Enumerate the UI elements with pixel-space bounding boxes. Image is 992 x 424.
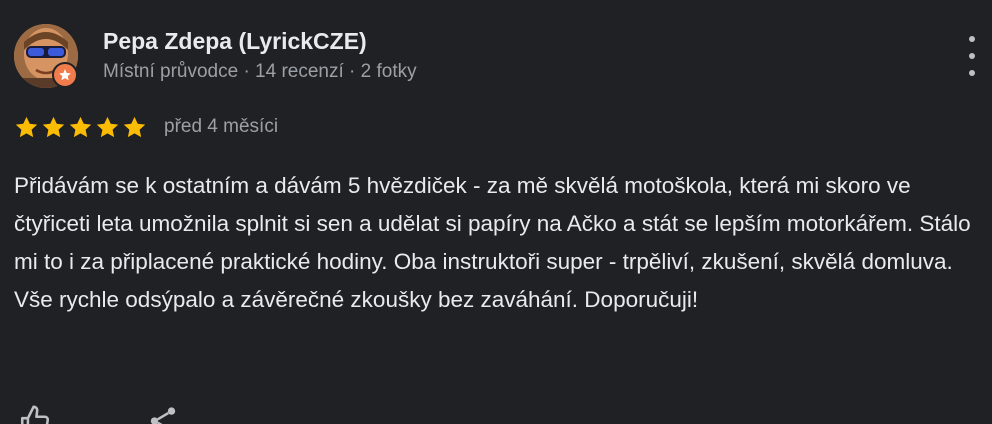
star-icon <box>69 116 92 137</box>
star-icon <box>123 116 146 137</box>
review-date: před 4 měsíci <box>164 116 279 137</box>
author-meta[interactable]: Místní průvodce · 14 recenzí · 2 fotky <box>103 59 417 85</box>
rating-row: před 4 měsíci <box>14 112 278 142</box>
author-name[interactable]: Pepa Zdepa (LyrickCZE) <box>103 27 367 55</box>
star-icon <box>42 116 65 137</box>
more-vert-icon-dot <box>969 70 975 76</box>
review-text: Přidávám se k ostatním a dávám 5 hvězdič… <box>14 173 971 312</box>
share-button[interactable] <box>146 404 180 424</box>
more-options-button[interactable] <box>958 36 986 76</box>
share-icon <box>150 407 176 424</box>
review-card: Pepa Zdepa (LyrickCZE) Místní průvodce ·… <box>0 0 992 424</box>
like-button[interactable] <box>18 404 52 424</box>
thumb-up-icon <box>20 405 50 424</box>
more-vert-icon-dot <box>969 53 975 59</box>
local-guide-badge-icon <box>52 62 78 88</box>
more-vert-icon <box>969 36 975 42</box>
star-rating <box>14 115 147 140</box>
avatar[interactable] <box>14 24 78 88</box>
star-icon <box>96 116 119 137</box>
star-icon <box>15 116 38 137</box>
